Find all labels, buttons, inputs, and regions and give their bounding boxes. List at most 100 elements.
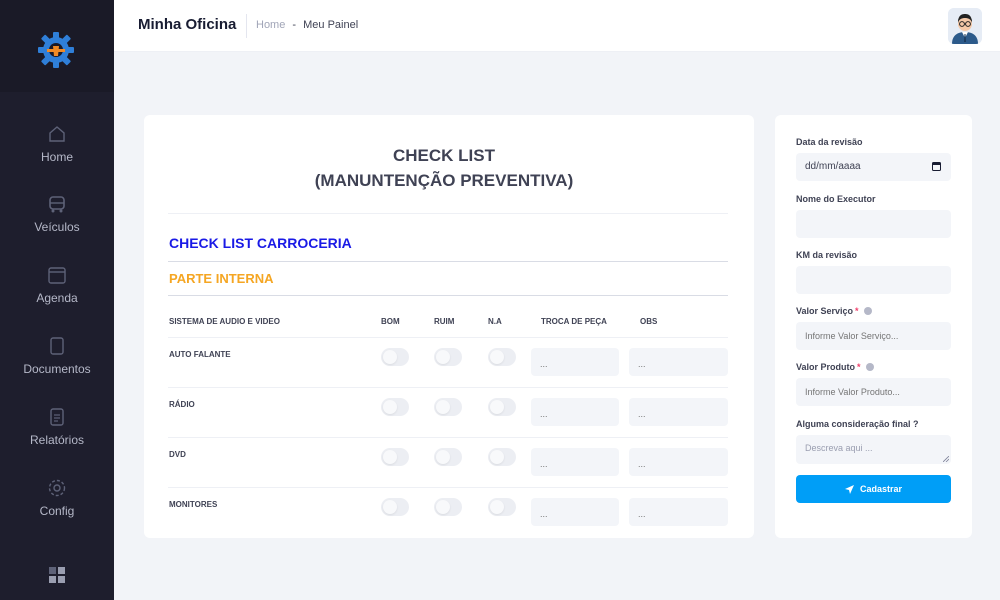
sidebar-item-label: Config [39, 504, 75, 518]
date-field[interactable]: dd/mm/aaaa [796, 153, 951, 181]
home-icon [49, 126, 65, 142]
toggle-ruim[interactable] [434, 348, 462, 366]
obs-input[interactable] [629, 348, 728, 376]
subsection-title: PARTE INTERNA [169, 271, 274, 286]
column-header-troca: TROCA DE PEÇA [541, 317, 607, 326]
product-value-field[interactable] [796, 378, 951, 406]
column-header-item: SISTEMA DE AUDIO E VIDEO [169, 317, 280, 326]
toggle-ruim[interactable] [434, 498, 462, 516]
resize-handle-icon[interactable] [943, 456, 949, 462]
sidebar: Home Veículos Agenda Documentos Relatóri… [0, 0, 114, 600]
section-divider [168, 261, 728, 262]
logo-area [0, 0, 114, 92]
toggle-bom[interactable] [381, 348, 409, 366]
report-icon [50, 408, 64, 426]
troca-input[interactable] [531, 448, 619, 476]
sidebar-item-label: Home [40, 150, 73, 164]
info-icon[interactable] [863, 307, 872, 315]
executor-field[interactable] [796, 210, 951, 238]
row-label: RÁDIO [169, 400, 195, 409]
product-label-text: Valor Produto [796, 362, 856, 372]
gear-icon [48, 479, 66, 497]
service-value-label: Valor Serviço * [796, 306, 872, 316]
final-note-placeholder: Descreva aqui ... [805, 443, 873, 453]
submit-button[interactable]: Cadastrar [796, 475, 951, 503]
breadcrumb: Home - Meu Painel [256, 19, 358, 31]
column-header-na: N.A [488, 317, 502, 326]
sidebar-item-label: Documentos [23, 362, 91, 376]
breadcrumb-home-link[interactable]: Home [256, 19, 285, 31]
column-header-bom: BOM [381, 317, 400, 326]
checklist-card: CHECK LIST (MANUNTENÇÃO PREVENTIVA) CHEC… [144, 115, 754, 538]
row-label: AUTO FALANTE [169, 350, 231, 359]
toggle-na[interactable] [488, 398, 516, 416]
toggle-na[interactable] [488, 498, 516, 516]
sidebar-item-config[interactable]: Config [0, 478, 114, 538]
executor-label: Nome do Executor [796, 194, 876, 204]
user-avatar[interactable] [948, 8, 982, 44]
toggle-bom[interactable] [381, 448, 409, 466]
submit-label: Cadastrar [859, 484, 903, 494]
sidebar-item-veiculos[interactable]: Veículos [0, 194, 114, 254]
checklist-title-line1: CHECK LIST [393, 146, 495, 165]
table-row: MONITORES [168, 487, 728, 537]
date-value: dd/mm/aaaa [805, 161, 861, 172]
table-row: DVD [168, 437, 728, 487]
service-value-field[interactable] [796, 322, 951, 350]
grid-menu-icon[interactable] [48, 566, 66, 584]
required-mark: * [855, 306, 859, 316]
final-note-label: Alguma consideração final ? [796, 419, 919, 429]
troca-input[interactable] [531, 398, 619, 426]
sidebar-item-label: Veículos [34, 220, 80, 234]
sidebar-item-relatorios[interactable]: Relatórios [0, 407, 114, 467]
toggle-ruim[interactable] [434, 398, 462, 416]
km-label: KM da revisão [796, 250, 858, 260]
toggle-na[interactable] [488, 448, 516, 466]
avatar-illustration-icon [948, 8, 982, 44]
column-header-obs: OBS [640, 317, 658, 326]
obs-input[interactable] [629, 398, 728, 426]
date-label: Data da revisão [796, 137, 863, 147]
toggle-na[interactable] [488, 348, 516, 366]
row-label: DVD [169, 450, 186, 459]
table-row: AUTO FALANTE [168, 337, 728, 387]
table-row: RÁDIO [168, 387, 728, 437]
toggle-bom[interactable] [381, 498, 409, 516]
title-divider [168, 213, 728, 214]
troca-input[interactable] [531, 498, 619, 526]
breadcrumb-current: Meu Painel [303, 19, 359, 31]
document-icon [50, 337, 64, 355]
product-value-label: Valor Produto * [796, 362, 874, 372]
info-icon[interactable] [865, 363, 874, 371]
sidebar-item-agenda[interactable]: Agenda [0, 265, 114, 325]
bus-icon [49, 196, 65, 213]
top-header: Minha Oficina Home - Meu Painel [114, 0, 1000, 52]
sidebar-item-label: Agenda [36, 291, 78, 305]
app-title: Minha Oficina [138, 16, 237, 33]
toggle-bom[interactable] [381, 398, 409, 416]
sidebar-item-documentos[interactable]: Documentos [0, 336, 114, 396]
section-title: CHECK LIST CARROCERIA [169, 235, 352, 251]
calendar-picker-icon[interactable] [932, 162, 941, 171]
calendar-icon [48, 267, 66, 284]
sidebar-item-home[interactable]: Home [0, 124, 114, 184]
km-field[interactable] [796, 266, 951, 294]
checklist-title-line2: (MANUNTENÇÃO PREVENTIVA) [314, 171, 574, 190]
row-label: MONITORES [169, 500, 218, 509]
subsection-divider [168, 295, 728, 296]
breadcrumb-separator: - [292, 19, 297, 31]
obs-input[interactable] [629, 498, 728, 526]
gear-cog-logo-icon[interactable] [36, 30, 76, 70]
header-divider [246, 14, 247, 38]
troca-input[interactable] [531, 348, 619, 376]
final-note-textarea[interactable]: Descreva aqui ... [796, 435, 951, 464]
sidebar-item-label: Relatórios [29, 433, 85, 447]
toggle-ruim[interactable] [434, 448, 462, 466]
send-icon [844, 485, 854, 494]
required-mark: * [857, 362, 861, 372]
service-label-text: Valor Serviço [796, 306, 854, 316]
revision-form-card: Data da revisão dd/mm/aaaa Nome do Execu… [775, 115, 972, 538]
obs-input[interactable] [629, 448, 728, 476]
checklist-title: CHECK LIST (MANUNTENÇÃO PREVENTIVA) [144, 143, 744, 193]
column-header-ruim: RUIM [434, 317, 455, 326]
